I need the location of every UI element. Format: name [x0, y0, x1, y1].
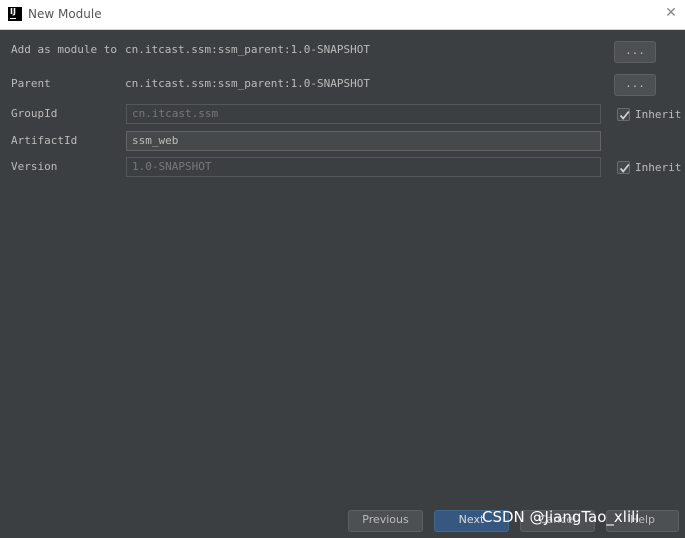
group-id-label: GroupId	[11, 107, 58, 120]
add-as-module-value: cn.itcast.ssm:ssm_parent:1.0-SNAPSHOT	[125, 43, 371, 56]
previous-button[interactable]: Previous	[348, 510, 423, 532]
window-title: New Module	[28, 7, 102, 21]
parent-value: cn.itcast.ssm:ssm_parent:1.0-SNAPSHOT	[125, 77, 371, 90]
version-inherit-label: Inherit	[635, 161, 682, 174]
version-field[interactable]: 1.0-SNAPSHOT	[126, 157, 601, 177]
parent-browse-button[interactable]: ...	[614, 74, 656, 96]
group-id-field[interactable]: cn.itcast.ssm	[126, 104, 601, 124]
version-inherit-checkbox[interactable]	[617, 161, 630, 174]
artifact-id-label: ArtifactId	[11, 134, 78, 147]
group-id-inherit-checkbox[interactable]	[617, 108, 630, 121]
close-icon[interactable]: ✕	[663, 5, 679, 21]
group-id-inherit-label: Inherit	[635, 108, 682, 121]
artifact-id-field[interactable]: ssm_web	[126, 131, 601, 151]
version-label: Version	[11, 160, 58, 173]
csdn-watermark: CSDN @JiangTao_xlili	[482, 508, 640, 526]
checkmark-icon	[619, 163, 630, 173]
add-as-module-browse-button[interactable]: ...	[614, 41, 656, 63]
intellij-logo-icon: IJ	[8, 7, 22, 21]
title-bar: IJ New Module ✕	[0, 0, 685, 30]
add-as-module-label: Add as module to	[11, 43, 117, 56]
parent-label: Parent	[11, 77, 51, 90]
checkmark-icon	[619, 110, 630, 120]
